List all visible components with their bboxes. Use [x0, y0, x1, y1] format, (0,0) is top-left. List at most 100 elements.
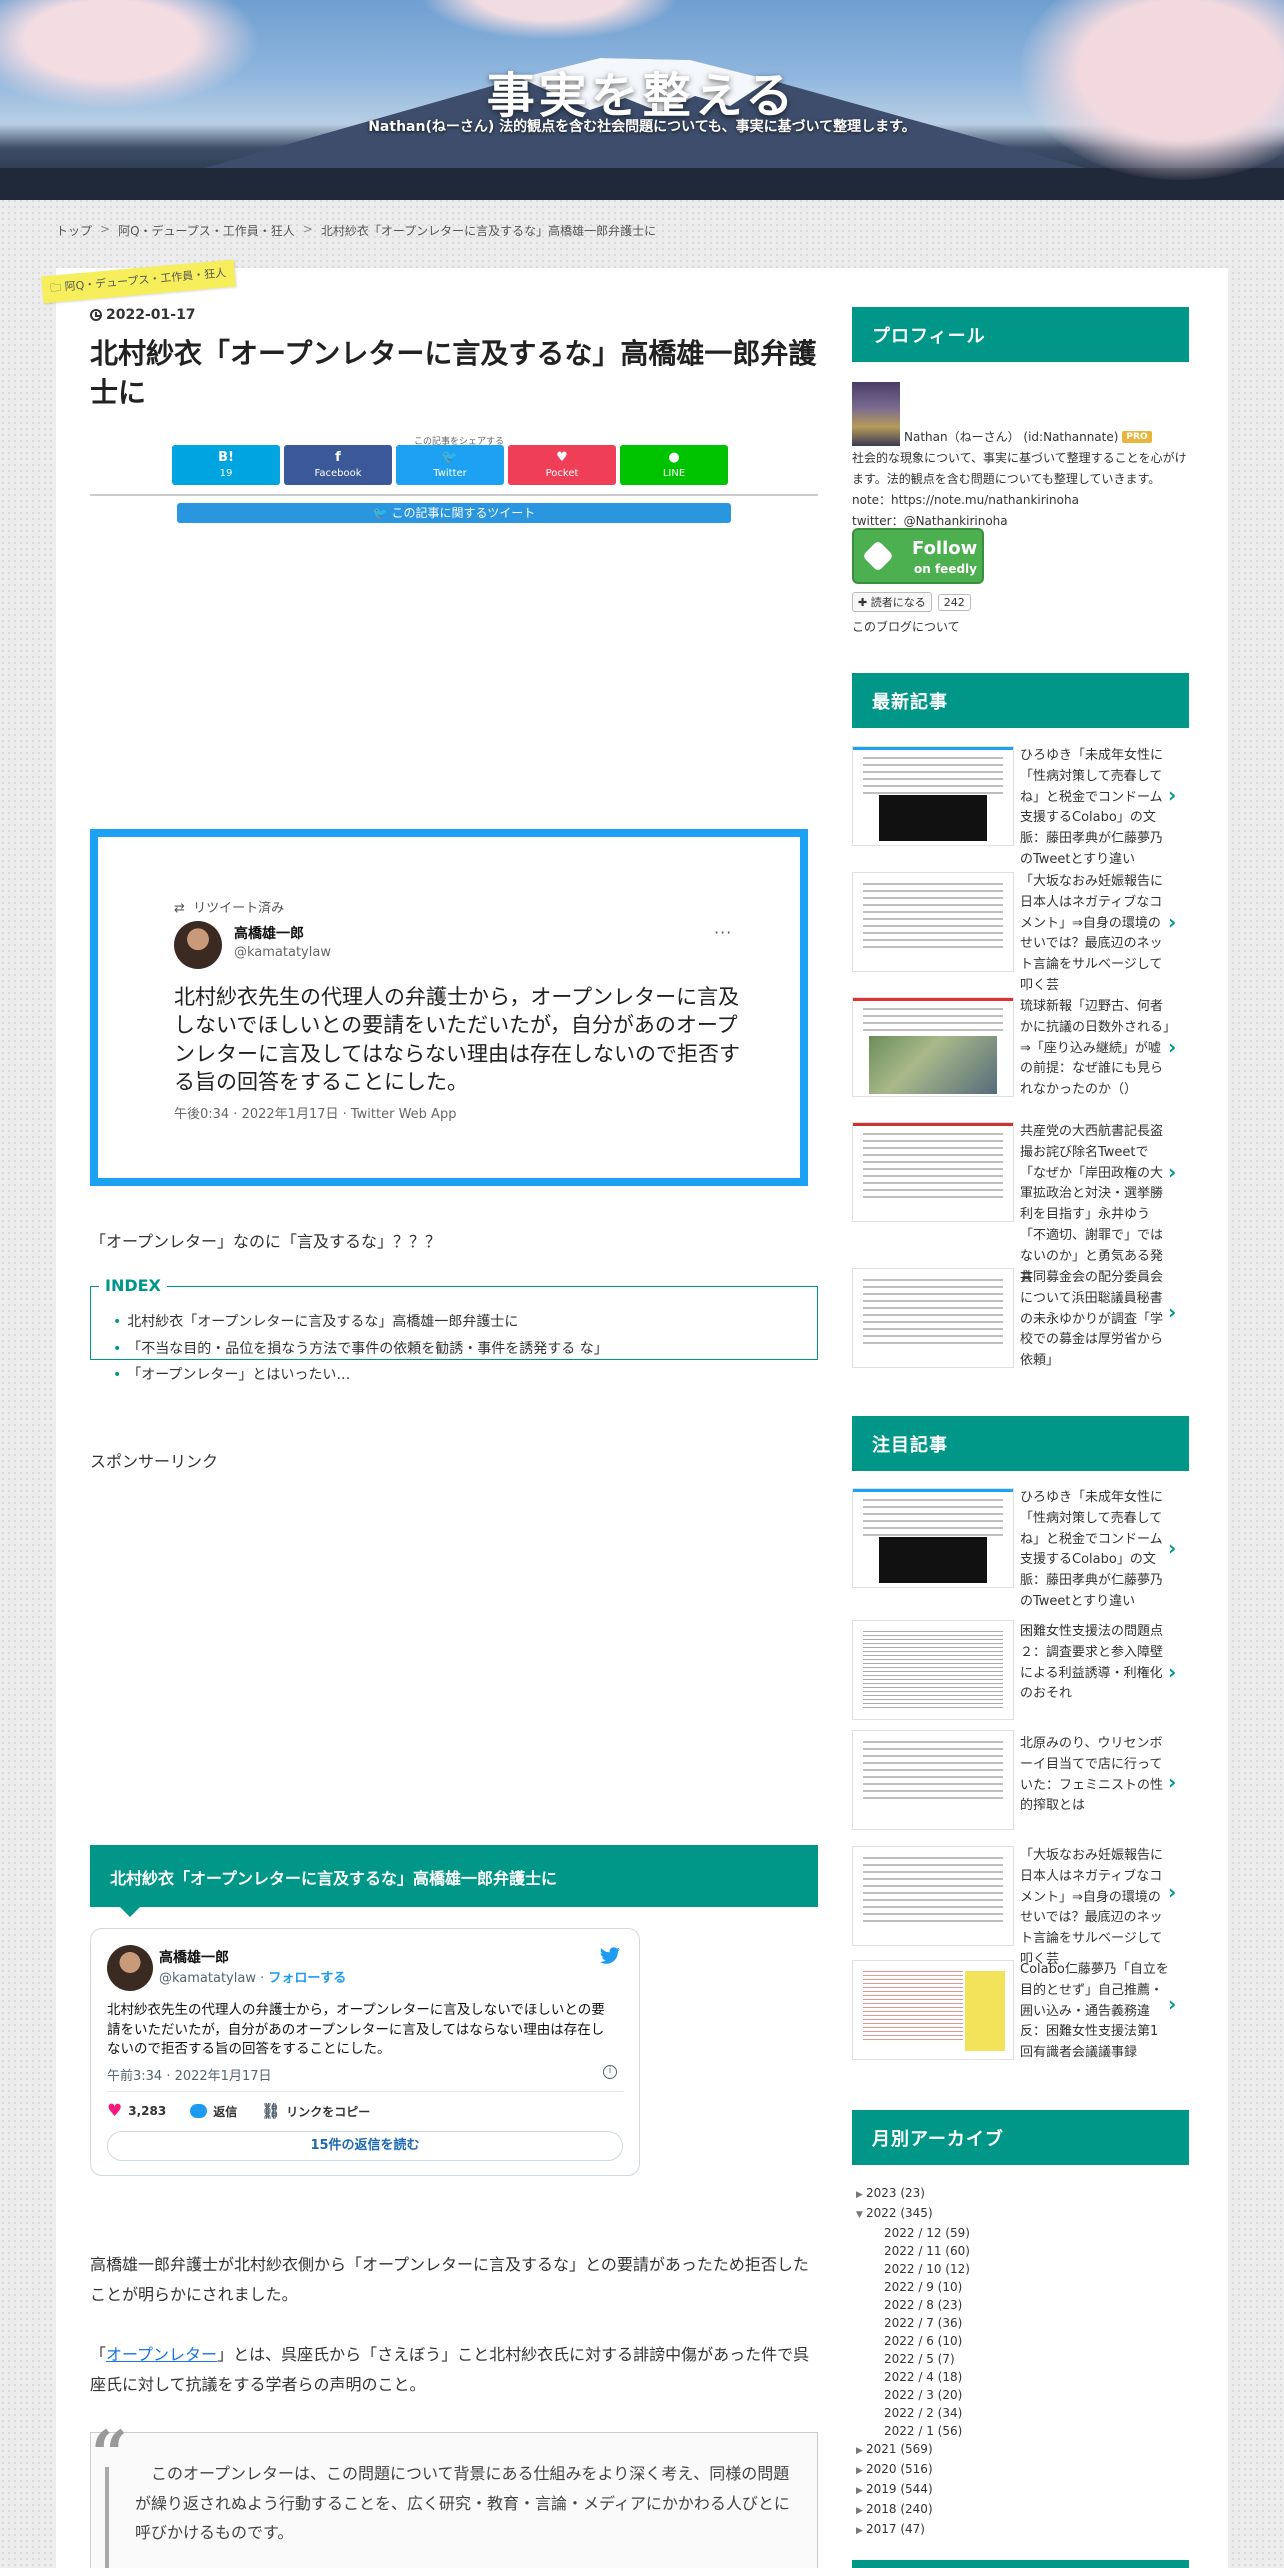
archive-month[interactable]: 2022 / 9 (10): [856, 2278, 970, 2296]
archive-month[interactable]: 2022 / 2 (34): [856, 2404, 970, 2422]
archive-month[interactable]: 2022 / 1 (56): [856, 2422, 970, 2440]
archive-month[interactable]: 2022 / 3 (20): [856, 2386, 970, 2404]
follow-button[interactable]: フォローする: [268, 1971, 346, 1986]
embed-author-name[interactable]: 高橋雄一郎: [159, 1947, 229, 1967]
archive-year[interactable]: ▶ 2023 (23): [856, 2184, 970, 2204]
retweet-text: リツイート済み: [193, 901, 285, 916]
hatena-bookmark-button[interactable]: B! 19: [172, 445, 280, 485]
info-icon[interactable]: i: [603, 2065, 617, 2079]
tweet-author-handle: @kamatatylaw: [234, 945, 331, 960]
copy-link-button[interactable]: ⛓ リンクをコピー: [261, 2102, 370, 2120]
archive-month[interactable]: 2022 / 8 (23): [856, 2296, 970, 2314]
feedly-follow-button[interactable]: Follow on feedly: [852, 528, 984, 584]
archive-year-label[interactable]: 2023 (23): [866, 2186, 925, 2200]
archive-month[interactable]: 2022 / 12 (59): [856, 2224, 970, 2242]
embed-timestamp[interactable]: 午前3:34 · 2022年1月17日: [107, 2065, 272, 2084]
pro-badge: PRO: [1122, 430, 1152, 443]
chevron-right-icon: ›: [1168, 1035, 1177, 1059]
featured-post-title[interactable]: ひろゆき「未成年女性に「性病対策して売春してね」と税金でコンドーム支援するCol…: [1020, 1488, 1170, 1613]
recent-post-title[interactable]: ひろゆき「未成年女性に「性病対策して売春してね」と税金でコンドーム支援するCol…: [1020, 746, 1170, 871]
archive-year[interactable]: ▶ 2021 (569): [856, 2440, 970, 2460]
recent-post-title[interactable]: 琉球新報「辺野古、何者かに抗議の日数外される」⇒「座り込み継続」が嘘の前提：なぜ…: [1020, 997, 1170, 1101]
featured-post-item[interactable]: Colabo仁藤夢乃「自立を目的とせず」自己推薦・囲い込み・通告義務違反：困難女…: [852, 1960, 1189, 2076]
recent-post-item[interactable]: 共産党の大西航書記長盗撮お詫び除名Tweetで「なぜか「岸田政権の大軍拡政治と対…: [852, 1122, 1189, 1285]
archive-year-label[interactable]: 2021 (569): [866, 2442, 933, 2456]
archive-year-label[interactable]: 2018 (240): [866, 2502, 933, 2516]
body-paragraph: 「オープンレター」とは、呉座氏から「さえぼう」こと北村紗衣氏に対する誹謗中傷があ…: [90, 2340, 818, 2399]
site-description: Nathan(ねーさん) 法的観点を含む社会問題についても、事実に基づいて整理し…: [368, 119, 916, 135]
triangle-down-icon: ▼: [856, 2210, 863, 2220]
about-blog-link[interactable]: このブログについて: [852, 618, 960, 635]
subscribe-button[interactable]: ✚ 読者になる: [852, 592, 932, 612]
twitter-share-button[interactable]: 🐦 Twitter: [396, 445, 504, 485]
featured-post-item[interactable]: 困難女性支援法の問題点２：調査要求と参入障壁による利益誘導・利権化のおそれ: [852, 1622, 1189, 1722]
archive-month[interactable]: 2022 / 7 (36): [856, 2314, 970, 2332]
profile-note-link[interactable]: note：https://note.mu/nathankirinoha: [852, 490, 1192, 511]
chevron-right-icon: ›: [1168, 1660, 1177, 1684]
recent-post-title[interactable]: 共産党の大西航書記長盗撮お詫び除名Tweetで「なぜか「岸田政権の大軍拡政治と対…: [1020, 1122, 1170, 1288]
archive-month[interactable]: 2022 / 11 (60): [856, 2242, 970, 2260]
pocket-share-button[interactable]: ♥ Pocket: [508, 445, 616, 485]
recent-post-item[interactable]: 共同募金会の配分委員会について浜田聡議員秘書の未永ゆかりが調査「学校での募金は厚…: [852, 1268, 1189, 1368]
twitter-icon: 🐦: [441, 450, 459, 465]
archive-year-label[interactable]: 2020 (516): [866, 2462, 933, 2476]
toc-list: 北村紗衣「オープンレターに言及するな」高橋雄一郎弁護士に 「不当な目的・品位を損…: [125, 1309, 608, 1389]
recent-post-item[interactable]: 琉球新報「辺野古、何者かに抗議の日数外される」⇒「座り込み継続」が嘘の前提：なぜ…: [852, 997, 1189, 1115]
intro-text: 「オープンレター」なのに「言及するな」？？？: [90, 1232, 442, 1251]
profile-avatar[interactable]: [852, 382, 900, 446]
featured-post-title[interactable]: 困難女性支援法の問題点２：調査要求と参入障壁による利益誘導・利権化のおそれ: [1020, 1622, 1170, 1705]
profile-bio: 社会的な現象について、事実に基づいて整理することを心がけます。法的観点を含む問題…: [852, 448, 1192, 532]
recent-post-title[interactable]: 共同募金会の配分委員会について浜田聡議員秘書の未永ゆかりが調査「学校での募金は厚…: [1020, 1268, 1170, 1372]
archive-year[interactable]: ▼ 2022 (345): [856, 2204, 970, 2224]
chevron-right-icon: ›: [1168, 1300, 1177, 1324]
share-buttons: B! 19 f Facebook 🐦 Twitter ♥ Pocket ● LI…: [172, 445, 728, 485]
avatar[interactable]: [107, 1945, 153, 1991]
recent-post-item[interactable]: 「大坂なおみ妊娠報告に日本人はネガティブなコメント」⇒自身の環境のせいでは？最底…: [852, 872, 1189, 993]
facebook-icon: f: [335, 450, 341, 465]
breadcrumb-home[interactable]: トップ: [56, 222, 92, 239]
reply-bubble-icon: [190, 2104, 208, 2118]
link-icon: ⛓: [261, 2102, 281, 2120]
toc-item[interactable]: 北村紗衣「オープンレターに言及するな」高橋雄一郎弁護士に: [125, 1309, 608, 1336]
pocket-label: Pocket: [545, 468, 579, 479]
featured-post-item[interactable]: 北原みのり、ウリセンボーイ目当てで店に行っていた：フェミニストの性的搾取とは: [852, 1734, 1189, 1834]
toc-item[interactable]: 「不当な目的・品位を損なう方法で事件の依頼を勧誘・事件を誘発する な」: [125, 1336, 607, 1363]
breadcrumb-category[interactable]: 阿Q・デュープス・工作員・狂人: [118, 222, 295, 239]
retweet-indicator: ⇄ リツイート済み: [174, 897, 284, 916]
recent-post-title[interactable]: 「大坂なおみ妊娠報告に日本人はネガティブなコメント」⇒自身の環境のせいでは？最底…: [1020, 872, 1170, 997]
reply-button[interactable]: 返信: [190, 2103, 237, 2120]
featured-post-title[interactable]: 北原みのり、ウリセンボーイ目当てで店に行っていた：フェミニストの性的搾取とは: [1020, 1734, 1170, 1817]
archive-year[interactable]: ▶ 2017 (47): [856, 2520, 970, 2540]
recent-post-item[interactable]: ひろゆき「未成年女性に「性病対策して売春してね」と税金でコンドーム支援するCol…: [852, 746, 1189, 870]
archive-year[interactable]: ▶ 2020 (516): [856, 2460, 970, 2480]
facebook-share-button[interactable]: f Facebook: [284, 445, 392, 485]
featured-post-title[interactable]: Colabo仁藤夢乃「自立を目的とせず」自己推薦・囲い込み・通告義務違反：困難女…: [1020, 1960, 1170, 2064]
quote-text: このオープンレターは、この問題について背景にある仕組みをより深く考え、同様の問題…: [135, 2464, 790, 2543]
tweet-screenshot: ⇄ リツイート済み 高橋雄一郎 @kamatatylaw ··· 北村紗衣先生の…: [90, 829, 808, 1186]
archive-year[interactable]: ▶ 2019 (544): [856, 2480, 970, 2500]
like-button[interactable]: ♥ 3,283: [107, 2101, 166, 2121]
profile-widget-heading: プロフィール: [852, 307, 1189, 362]
feedly-icon: [862, 540, 894, 572]
profile-name-text[interactable]: Nathan（ねーさん） (id:Nathannate): [904, 428, 1118, 445]
toc-item[interactable]: 「オープンレター」とはいったい…: [125, 1362, 608, 1389]
archive-year-label[interactable]: 2022 (345): [866, 2206, 933, 2220]
divider: [90, 494, 818, 496]
avatar: [174, 921, 222, 969]
archive-month[interactable]: 2022 / 6 (10): [856, 2332, 970, 2350]
featured-post-item[interactable]: 「大坂なおみ妊娠報告に日本人はネガティブなコメント」⇒自身の環境のせいでは？最底…: [852, 1846, 1189, 1967]
featured-post-item[interactable]: ひろゆき「未成年女性に「性病対策して売春してね」と税金でコンドーム支援するCol…: [852, 1488, 1189, 1618]
archive-month[interactable]: 2022 / 4 (18): [856, 2368, 970, 2386]
archive-month[interactable]: 2022 / 5 (7): [856, 2350, 970, 2368]
body-text-span: 「: [90, 2345, 107, 2364]
archive-month[interactable]: 2022 / 10 (12): [856, 2260, 970, 2278]
archive-year[interactable]: ▶ 2018 (240): [856, 2500, 970, 2520]
twitter-bird-icon[interactable]: [599, 1947, 621, 1965]
read-replies-button[interactable]: 15件の返信を読む: [107, 2131, 623, 2161]
archive-year-label[interactable]: 2017 (47): [866, 2522, 925, 2536]
open-letter-link[interactable]: オープンレター: [106, 2345, 217, 2364]
tweets-about-article-button[interactable]: 🐦 この記事に関するツイート: [177, 503, 731, 523]
featured-post-title[interactable]: 「大坂なおみ妊娠報告に日本人はネガティブなコメント」⇒自身の環境のせいでは？最底…: [1020, 1846, 1170, 1971]
line-share-button[interactable]: ● LINE: [620, 445, 728, 485]
archive-year-label[interactable]: 2019 (544): [866, 2482, 933, 2496]
